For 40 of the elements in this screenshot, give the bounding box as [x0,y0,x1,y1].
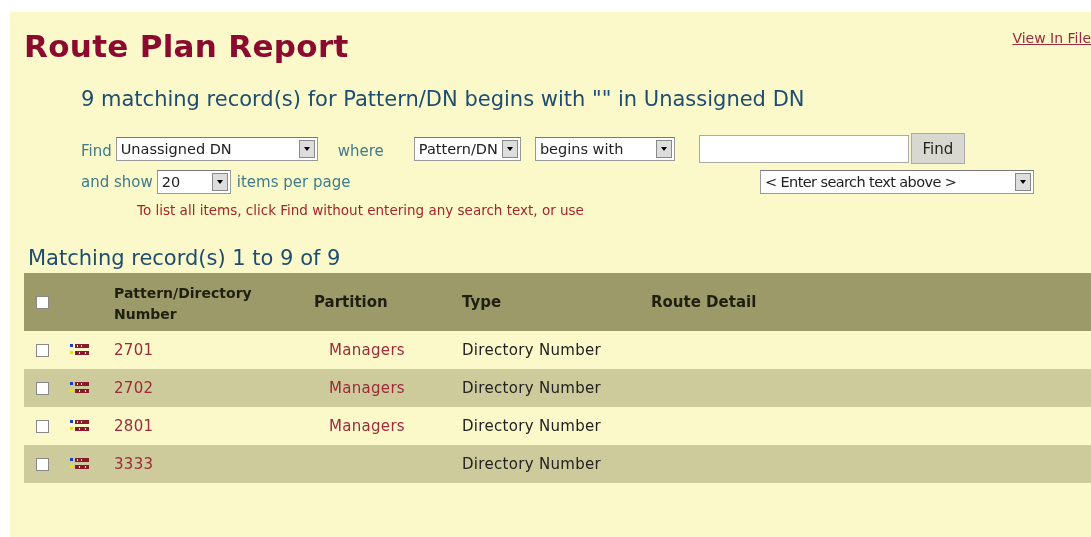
type-text: Directory Number [462,417,601,435]
row-checkbox[interactable] [36,458,49,471]
type-text: Directory Number [462,341,601,359]
type-text: Directory Number [462,379,601,397]
find-button[interactable]: Find [910,133,965,164]
directory-number-icon [70,381,90,395]
pattern-link[interactable]: 3333 [114,455,154,473]
search-field[interactable] [698,134,909,163]
pattern-link[interactable]: 2701 [114,341,154,359]
directory-number-icon [70,343,90,357]
report-title: Route Plan Report [24,28,349,64]
row-checkbox[interactable] [36,344,49,357]
pattern-link[interactable]: 2801 [114,417,154,435]
operator-dropdown[interactable]: begins with [534,136,675,161]
hint-text: To list all items, click Find without entering any search text, or use [137,202,585,218]
directory-number-icon [70,457,90,471]
field-dropdown[interactable]: Pattern/DN [413,136,521,161]
partition-text: Managers [329,341,405,359]
select-all-checkbox[interactable] [36,296,49,309]
recent-search-dropdown[interactable]: < Enter search text above > [760,170,1034,194]
view-in-file-link[interactable]: View In File [1012,30,1091,46]
where-label: where [337,141,384,160]
show-label: and show [81,173,153,191]
find-label: Find [81,141,112,160]
find-in-dropdown[interactable]: Unassigned DN [115,136,318,161]
summary-text: 9 matching record(s) for Pattern/DN begins with "" in Unassigned DN [81,86,806,113]
column-header: Route Detail [651,293,757,311]
page-size-dropdown[interactable]: 20 [156,170,231,194]
row-checkbox[interactable] [36,420,49,433]
column-header: Type [462,293,502,311]
type-text: Directory Number [462,455,601,473]
column-header: Partition [314,293,388,311]
partition-text: Managers [329,379,405,397]
row-checkbox[interactable] [36,382,49,395]
directory-number-icon [70,419,90,433]
column-header: Pattern/Directory Number [114,285,252,322]
results-heading: Matching record(s) 1 to 9 of 9 [28,246,342,270]
partition-text: Managers [329,417,405,435]
pattern-link[interactable]: 2702 [114,379,154,397]
per-page-label: items per page [236,173,351,191]
